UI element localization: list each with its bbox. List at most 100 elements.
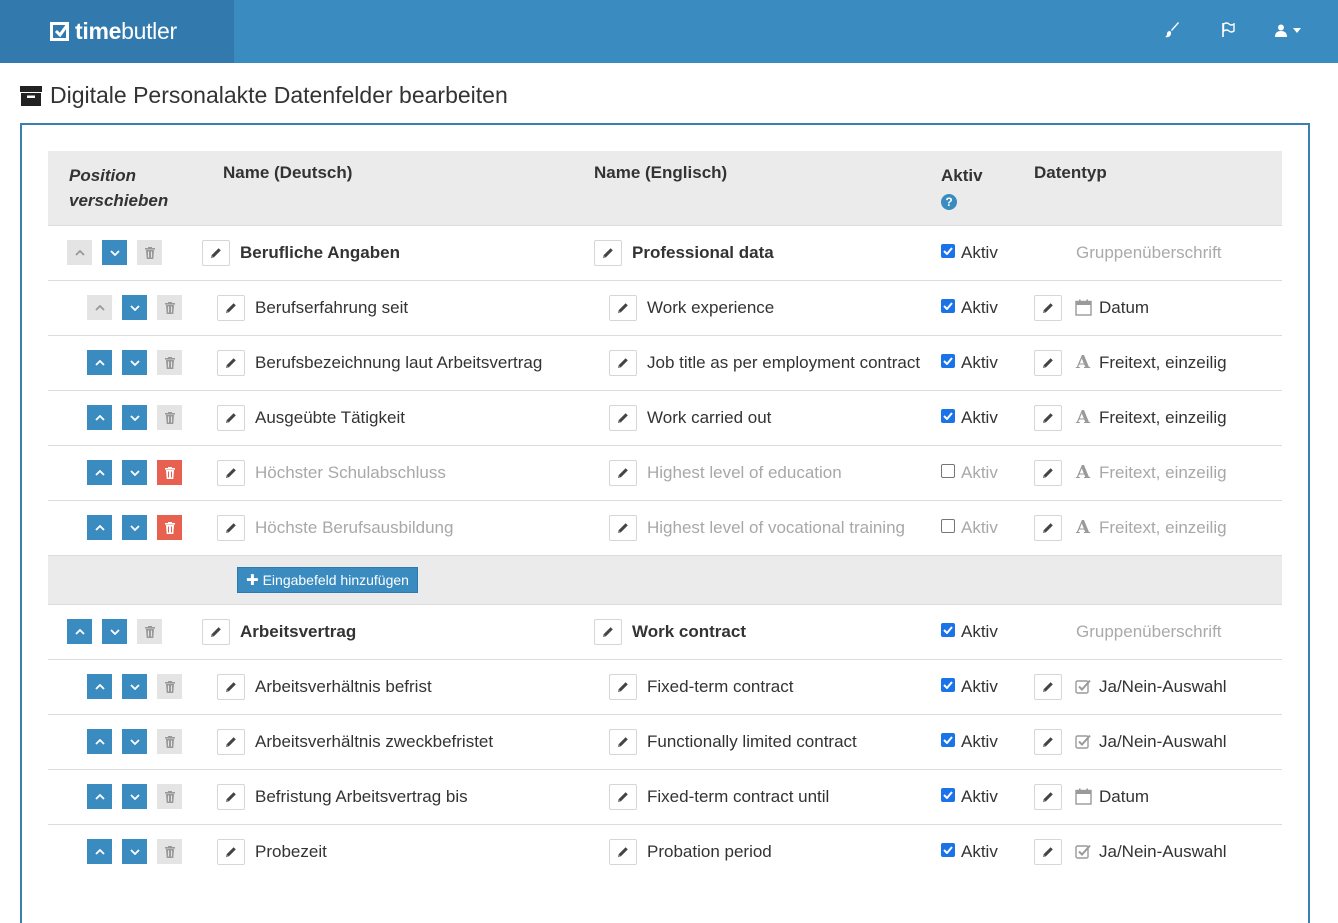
delete-button[interactable] xyxy=(157,405,182,430)
brand-logo[interactable]: timebutler xyxy=(0,0,234,63)
flag-icon[interactable] xyxy=(1218,20,1238,40)
move-up-button[interactable] xyxy=(67,619,92,644)
edit-name-de-button[interactable] xyxy=(217,783,245,810)
active-checkbox[interactable] xyxy=(941,354,955,368)
delete-button[interactable] xyxy=(157,674,182,699)
delete-button[interactable] xyxy=(137,240,162,265)
edit-type-button[interactable] xyxy=(1034,783,1062,810)
pencil-icon xyxy=(617,467,629,479)
active-checkbox[interactable] xyxy=(941,733,955,747)
page-title-text: Digitale Personalakte Datenfelder bearbe… xyxy=(50,82,508,108)
name-de: Probezeit xyxy=(255,841,327,861)
delete-button[interactable] xyxy=(157,839,182,865)
move-down-button[interactable] xyxy=(122,784,147,809)
active-label: Aktiv xyxy=(961,242,998,262)
edit-name-de-button[interactable] xyxy=(217,294,245,321)
edit-name-en-button[interactable] xyxy=(609,459,637,486)
fields-table: Position verschieben Name (Deutsch) Name … xyxy=(48,151,1282,879)
active-label: Aktiv xyxy=(961,297,998,317)
edit-name-en-button[interactable] xyxy=(594,239,622,266)
edit-name-de-button[interactable] xyxy=(217,349,245,376)
brush-icon[interactable] xyxy=(1162,20,1182,40)
delete-button[interactable] xyxy=(157,729,182,754)
edit-name-de-button[interactable] xyxy=(217,514,245,541)
active-checkbox[interactable] xyxy=(941,464,955,478)
move-down-button[interactable] xyxy=(122,295,147,320)
add-field-button[interactable]: ✚ Eingabefeld hinzufügen xyxy=(237,566,418,593)
edit-name-de-button[interactable] xyxy=(202,239,230,266)
edit-name-en-button[interactable] xyxy=(609,783,637,810)
edit-type-button[interactable] xyxy=(1034,673,1062,700)
edit-name-de-button[interactable] xyxy=(217,404,245,431)
move-up-button[interactable] xyxy=(87,839,112,865)
move-up-button[interactable] xyxy=(87,729,112,754)
edit-name-en-button[interactable] xyxy=(609,673,637,700)
edit-type-button[interactable] xyxy=(1034,294,1062,321)
help-icon[interactable]: ? xyxy=(941,194,957,210)
edit-name-en-button[interactable] xyxy=(609,728,637,755)
delete-button[interactable] xyxy=(157,295,182,320)
edit-type-button[interactable] xyxy=(1034,459,1062,486)
move-up-button[interactable] xyxy=(87,460,112,485)
move-down-button[interactable] xyxy=(122,674,147,699)
field-row: Ausgeübte Tätigkeit Work carried out Akt… xyxy=(48,389,1282,445)
move-down-button[interactable] xyxy=(122,460,147,485)
name-de: Höchster Schulabschluss xyxy=(255,462,446,482)
edit-name-de-button[interactable] xyxy=(217,728,245,755)
active-checkbox[interactable] xyxy=(941,788,955,802)
type-label: Freitext, einzeilig xyxy=(1099,352,1227,372)
move-up-button[interactable] xyxy=(87,295,112,320)
edit-type-button[interactable] xyxy=(1034,349,1062,376)
edit-type-button[interactable] xyxy=(1034,838,1062,865)
move-up-button[interactable] xyxy=(87,515,112,540)
move-down-button[interactable] xyxy=(122,350,147,375)
edit-name-en-button[interactable] xyxy=(609,404,637,431)
edit-name-en-button[interactable] xyxy=(609,294,637,321)
edit-type-button[interactable] xyxy=(1034,404,1062,431)
edit-name-en-button[interactable] xyxy=(594,618,622,645)
delete-button[interactable] xyxy=(157,784,182,809)
active-checkbox[interactable] xyxy=(941,678,955,692)
delete-button[interactable] xyxy=(137,619,162,644)
move-up-button[interactable] xyxy=(87,350,112,375)
edit-name-de-button[interactable] xyxy=(202,618,230,645)
name-de: Berufliche Angaben xyxy=(240,242,400,262)
edit-type-button[interactable] xyxy=(1034,728,1062,755)
delete-button[interactable] xyxy=(157,515,182,540)
edit-name-de-button[interactable] xyxy=(217,459,245,486)
move-down-button[interactable] xyxy=(102,619,127,644)
delete-button[interactable] xyxy=(157,460,182,485)
active-checkbox[interactable] xyxy=(941,843,955,858)
edit-name-de-button[interactable] xyxy=(217,673,245,700)
move-up-button[interactable] xyxy=(87,405,112,430)
move-up-button[interactable] xyxy=(87,674,112,699)
active-checkbox[interactable] xyxy=(941,623,955,637)
active-checkbox[interactable] xyxy=(941,299,955,313)
move-down-button[interactable] xyxy=(122,729,147,754)
move-down-button[interactable] xyxy=(102,240,127,265)
move-up-button[interactable] xyxy=(87,784,112,809)
active-checkbox[interactable] xyxy=(941,519,955,533)
active-checkbox[interactable] xyxy=(941,409,955,423)
pencil-icon xyxy=(225,302,237,314)
move-down-button[interactable] xyxy=(122,405,147,430)
user-menu[interactable] xyxy=(1274,20,1302,40)
pencil-icon xyxy=(617,846,629,858)
pencil-icon xyxy=(1042,522,1054,534)
font-icon: A xyxy=(1076,516,1090,538)
delete-button[interactable] xyxy=(157,350,182,375)
edit-name-en-button[interactable] xyxy=(609,349,637,376)
name-en: Professional data xyxy=(632,242,774,262)
active-checkbox[interactable] xyxy=(941,244,955,258)
move-up-button[interactable] xyxy=(67,240,92,265)
pencil-icon xyxy=(210,247,222,259)
field-row: Befristung Arbeitsvertrag bis Fixed-term… xyxy=(48,768,1282,824)
edit-name-en-button[interactable] xyxy=(609,838,637,865)
type-label: Freitext, einzeilig xyxy=(1099,517,1227,537)
move-down-button[interactable] xyxy=(122,839,147,865)
edit-name-de-button[interactable] xyxy=(217,838,245,865)
type-label: Datum xyxy=(1099,297,1150,317)
edit-type-button[interactable] xyxy=(1034,514,1062,541)
move-down-button[interactable] xyxy=(122,515,147,540)
edit-name-en-button[interactable] xyxy=(609,514,637,541)
